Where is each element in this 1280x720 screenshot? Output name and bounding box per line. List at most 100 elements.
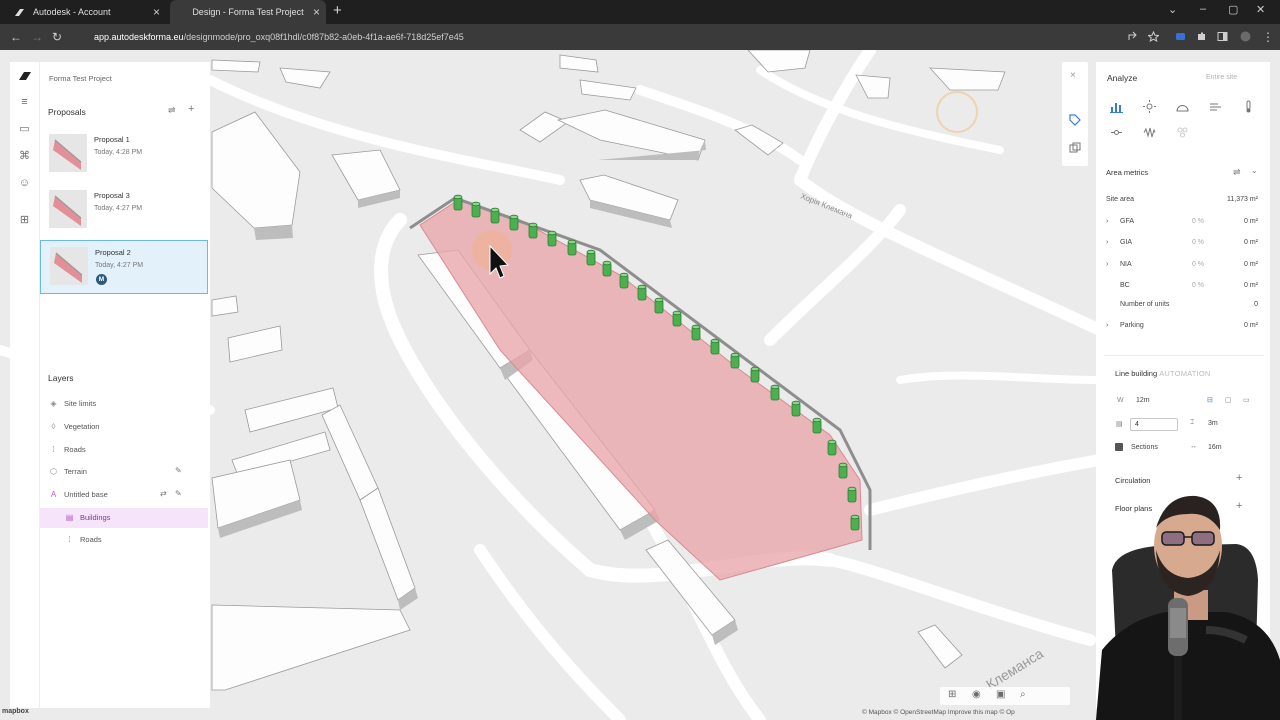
add-proposal-icon[interactable]: + [188, 103, 194, 115]
settings-sliders-icon[interactable]: ⇌ [1233, 167, 1241, 178]
bookmark-star-icon[interactable] [1148, 31, 1159, 42]
browser-tab-autodesk-account[interactable]: Autodesk - Account × [6, 0, 166, 24]
proposal-date: Today, 4:28 PM [94, 149, 143, 156]
proposal-item-3[interactable]: Proposal 3 Today, 4:27 PM [40, 184, 208, 238]
close-window-icon[interactable]: ✕ [1256, 3, 1265, 16]
sun-marker [936, 91, 978, 133]
close-tool-icon[interactable]: × [1070, 70, 1076, 81]
metric-value: 0 m² [1244, 282, 1258, 289]
edit-pencil-icon[interactable]: ✎ [175, 489, 182, 498]
layer-label: Vegetation [64, 422, 100, 431]
browser-tab-bar: Autodesk - Account × Design - Forma Test… [0, 0, 1280, 24]
metric-row-gfa[interactable]: › GFA 0 % 0 m² [1096, 215, 1266, 233]
browser-tab-forma-design[interactable]: Design - Forma Test Project × [170, 0, 326, 24]
thermometer-icon[interactable] [1242, 100, 1255, 113]
mapbox-logo[interactable]: mapbox [2, 708, 29, 715]
metric-row-parking[interactable]: › Parking 0 m² [1096, 319, 1266, 337]
zoom-search-icon[interactable]: ⌕ [1020, 689, 1026, 700]
layout-edge-icon[interactable]: ▭ [1243, 396, 1250, 404]
sections-checkbox[interactable] [1115, 443, 1123, 451]
forward-arrow-icon[interactable]: → [31, 30, 43, 44]
map-view-toolbar: ⊞ ◉ ▣ ⌕ [940, 687, 1070, 705]
people-icon[interactable]: ☺ [18, 177, 31, 190]
layout-outline-icon[interactable]: ▢ [1225, 396, 1232, 404]
map-attribution[interactable]: © Mapbox © OpenStreetMap Improve this ma… [862, 709, 1015, 716]
chevron-right-icon[interactable]: › [1106, 239, 1108, 246]
chevron-right-icon[interactable]: › [1106, 218, 1108, 225]
maximize-window-icon[interactable]: ▢ [1228, 3, 1238, 16]
collaborate-icon[interactable]: ⌘ [18, 150, 31, 163]
layer-buildings[interactable]: ▤ Buildings [40, 508, 208, 528]
proposal-name: Proposal 2 [95, 248, 131, 257]
proposals-heading: Proposals [48, 107, 86, 117]
proposal-thumbnail [49, 134, 87, 172]
extensions-puzzle-icon[interactable] [1196, 31, 1207, 42]
duplicate-icon[interactable] [1069, 142, 1081, 154]
layer-label: Buildings [80, 513, 111, 522]
new-tab-icon[interactable]: + [333, 2, 342, 19]
reload-icon[interactable]: ↻ [52, 30, 62, 44]
layout-center-icon[interactable]: ⊟ [1207, 396, 1213, 404]
profile-avatar-icon[interactable] [1240, 31, 1251, 42]
close-tab-icon[interactable]: × [153, 5, 160, 19]
terrain-icon: ⬡ [50, 467, 57, 476]
width-value[interactable]: 12m [1136, 397, 1150, 404]
url-field[interactable]: app.autodeskforma.eu/designmode/pro_oxq0… [74, 28, 1134, 46]
layer-roads-sub[interactable]: ⁞ Roads [40, 530, 208, 550]
eye-icon[interactable]: ◈ [48, 398, 59, 409]
layer-roads[interactable]: ⁞ Roads [40, 440, 208, 460]
metric-row-units: Number of units 0 [1096, 298, 1266, 316]
proposal-date: Today, 4:27 PM [94, 205, 143, 212]
noise-icon[interactable] [1110, 126, 1123, 139]
metric-label: NIA [1120, 261, 1132, 268]
tab-search-chevron-icon[interactable]: ⌄ [1168, 3, 1177, 16]
wind-icon[interactable] [1209, 100, 1222, 113]
chevron-right-icon[interactable]: › [1106, 261, 1108, 268]
sun-hours-icon[interactable] [1143, 100, 1156, 113]
camera-icon[interactable]: ▣ [996, 689, 1005, 700]
waveform-icon[interactable] [1143, 126, 1156, 139]
tag-icon[interactable] [1069, 114, 1081, 126]
proposal-item-1[interactable]: Proposal 1 Today, 4:28 PM [40, 128, 208, 182]
chevron-down-icon[interactable]: ⌄ [1251, 166, 1258, 175]
chevron-right-icon[interactable]: › [1106, 322, 1108, 329]
section-length-value[interactable]: 16m [1208, 444, 1222, 451]
area-metrics-icon[interactable] [1110, 100, 1123, 113]
floor-height-value[interactable]: 3m [1208, 420, 1218, 427]
proposal-item-2[interactable]: Proposal 2 Today, 4:27 PM M [40, 240, 208, 294]
minimize-window-icon[interactable]: – [1200, 3, 1206, 15]
back-arrow-icon[interactable]: ← [10, 30, 22, 44]
tree-icon: ◊ [51, 422, 56, 431]
layer-untitled-base[interactable]: A Untitled base ⇄ ✎ [40, 485, 208, 505]
layer-terrain[interactable]: ⬡ Terrain ✎ [40, 462, 208, 482]
sections-label: Sections [1131, 444, 1158, 451]
scope-selector[interactable]: Entire site [1206, 74, 1237, 81]
close-tab-icon[interactable]: × [313, 5, 320, 19]
floors-input[interactable]: 4 [1130, 418, 1178, 431]
daylight-icon[interactable] [1176, 100, 1189, 113]
side-panel-icon[interactable] [1217, 31, 1228, 42]
metric-row-gia[interactable]: › GIA 0 % 0 m² [1096, 236, 1266, 254]
user-avatar-badge: M [96, 274, 107, 285]
project-name[interactable]: Forma Test Project [49, 74, 112, 83]
floor-height-icon: ⌶ [1190, 419, 1195, 426]
edit-pencil-icon[interactable]: ✎ [175, 466, 182, 475]
visibility-eye-icon[interactable]: ◉ [972, 689, 981, 700]
grid-view-icon[interactable]: ⊞ [948, 689, 956, 700]
road-icon: ⁞ [52, 445, 55, 454]
automation-tag: AUTOMATION [1159, 369, 1211, 378]
metric-row-nia[interactable]: › NIA 0 % 0 m² [1096, 258, 1266, 276]
layer-site-limits[interactable]: ◈ Site limits [40, 394, 208, 414]
forma-logo-icon[interactable] [18, 70, 32, 82]
menu-list-icon[interactable]: ≡ [18, 96, 31, 109]
browser-menu-icon[interactable]: ⋮ [1262, 30, 1274, 44]
swap-icon[interactable]: ⇄ [160, 489, 167, 498]
share-icon[interactable] [1127, 31, 1138, 42]
book-library-icon[interactable]: ▭ [18, 123, 31, 136]
layer-vegetation[interactable]: ◊ Vegetation [40, 417, 208, 437]
cluster-icon[interactable] [1176, 126, 1189, 139]
extensions-icon[interactable]: ⊞ [18, 214, 31, 227]
extension-blue-icon[interactable] [1175, 31, 1186, 42]
url-host: app.autodeskforma.eu [94, 32, 184, 42]
filter-sliders-icon[interactable]: ⇌ [168, 105, 176, 116]
